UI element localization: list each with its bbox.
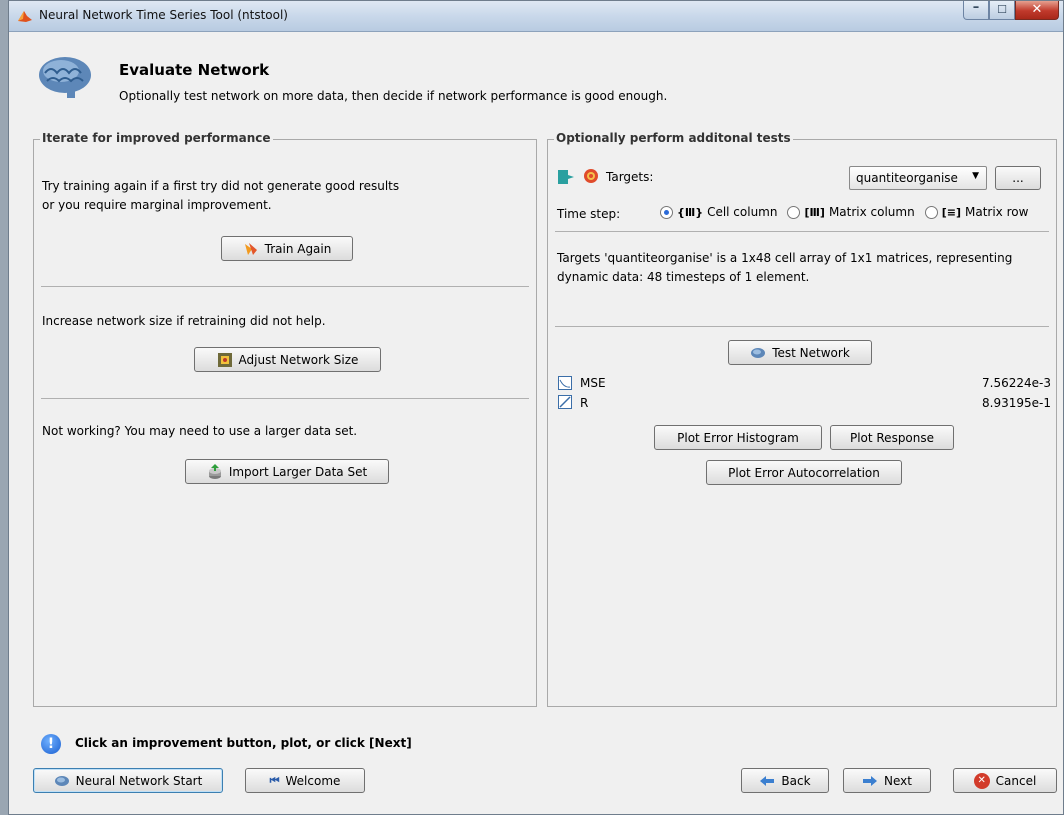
window-controls: – ☐ ✕ (963, 0, 1059, 21)
larger-data-text: Not working? You may need to use a large… (42, 424, 358, 438)
plot-error-histogram-label: Plot Error Histogram (677, 430, 799, 445)
divider (555, 231, 1049, 232)
adjust-network-size-label: Adjust Network Size (238, 352, 359, 367)
improve-panel: Iterate for improved performance (33, 131, 537, 707)
test-network-label: Test Network (772, 345, 850, 360)
info-icon: ! (41, 734, 61, 754)
title-bar[interactable]: Neural Network Time Series Tool (ntstool… (9, 0, 1063, 32)
back-arrow-icon (760, 775, 775, 786)
matrix-column-icon: [Ⅲ] (804, 205, 825, 219)
result-name: MSE (580, 376, 606, 390)
targets-description-line2: dynamic data: 48 timesteps of 1 element. (557, 270, 810, 284)
rewind-icon: ⏮ (269, 773, 280, 787)
welcome-label: Welcome (285, 773, 341, 788)
timestep-option-label: Matrix column (828, 205, 915, 219)
plot-error-histogram-button[interactable]: Plot Error Histogram (654, 425, 822, 450)
regression-icon (558, 395, 572, 409)
train-icon (244, 242, 257, 255)
network-icon (751, 347, 766, 358)
import-larger-data-set-label: Import Larger Data Set (228, 464, 368, 479)
page-subtitle: Optionally test network on more data, th… (119, 89, 668, 103)
page-title: Evaluate Network (119, 61, 270, 79)
next-label: Next (884, 773, 912, 788)
close-icon: ✕ (1031, 2, 1043, 17)
mse-icon (558, 376, 572, 390)
improve-panel-legend: Iterate for improved performance (40, 131, 273, 145)
matlab-logo-icon (18, 11, 32, 22)
target-import-icon (558, 170, 574, 184)
timestep-radio-matrix-column[interactable] (787, 205, 801, 219)
divider (41, 398, 529, 399)
plot-error-autocorrelation-label: Plot Error Autocorrelation (728, 465, 880, 480)
additional-tests-legend: Optionally perform additonal tests (554, 131, 793, 145)
minimize-button[interactable]: – (963, 0, 989, 20)
brain-icon (39, 57, 91, 98)
browse-button[interactable]: ... (995, 166, 1041, 190)
neural-network-start-button[interactable]: Neural Network Start (33, 768, 223, 793)
targets-label: Targets: (606, 170, 654, 184)
welcome-button[interactable]: ⏮ Welcome (245, 768, 365, 793)
timestep-radio-cell-column[interactable] (660, 205, 673, 219)
next-arrow-icon (863, 775, 878, 786)
train-again-button[interactable]: Train Again (221, 236, 353, 261)
adjust-network-size-button[interactable]: Adjust Network Size (194, 347, 381, 372)
targets-description-line1: Targets 'quantiteorganise' is a 1x48 cel… (557, 251, 1013, 265)
cell-column-icon: {Ⅲ} (677, 205, 704, 219)
matrix-row-icon: [≡] (941, 205, 961, 219)
network-size-text: Increase network size if retraining did … (42, 314, 326, 328)
test-network-button[interactable]: Test Network (728, 340, 872, 365)
timestep-radio-matrix-row[interactable] (924, 205, 938, 219)
target-icon (584, 169, 598, 183)
ntstool-window: Neural Network Time Series Tool (ntstool… (8, 0, 1064, 815)
network-icon (54, 775, 69, 786)
status-message: Click an improvement button, plot, or cl… (75, 736, 412, 750)
neural-network-start-label: Neural Network Start (75, 773, 203, 788)
result-name: R (580, 396, 589, 410)
plot-error-autocorrelation-button[interactable]: Plot Error Autocorrelation (706, 460, 902, 485)
cancel-button[interactable]: ✕ Cancel (953, 768, 1057, 793)
minimize-icon: – (972, 0, 980, 15)
additional-tests-panel: Optionally perform additonal tests (547, 131, 1057, 707)
next-button[interactable]: Next (843, 768, 931, 793)
train-again-label: Train Again (264, 241, 332, 256)
timestep-option-label: Matrix row (965, 205, 1029, 219)
timestep-option-label: Cell column (707, 205, 778, 219)
close-button[interactable]: ✕ (1015, 1, 1059, 20)
divider (555, 326, 1049, 327)
back-button[interactable]: Back (741, 768, 829, 793)
import-larger-data-set-button[interactable]: Import Larger Data Set (185, 459, 389, 484)
chevron-down-icon: ▼ (972, 171, 979, 181)
window-title: Neural Network Time Series Tool (ntstool… (39, 8, 288, 22)
result-value: 8.93195e-1 (982, 396, 1051, 410)
plot-response-button[interactable]: Plot Response (830, 425, 954, 450)
maximize-icon: ☐ (997, 3, 1007, 16)
import-data-icon (208, 463, 221, 479)
timestep-options: {Ⅲ} Cell column [Ⅲ] Matrix column [≡] Ma… (660, 205, 1028, 219)
cancel-icon: ✕ (973, 772, 990, 789)
cancel-label: Cancel (995, 773, 1037, 788)
browse-label: ... (1012, 171, 1024, 185)
retrain-text-line2: or you require marginal improvement. (42, 198, 272, 212)
plot-response-label: Plot Response (849, 430, 935, 445)
timestep-label: Time step: (557, 207, 621, 221)
result-value: 7.56224e-3 (982, 376, 1051, 390)
divider (41, 286, 529, 287)
back-label: Back (781, 773, 811, 788)
network-grid-icon (217, 352, 232, 367)
maximize-button[interactable]: ☐ (989, 1, 1015, 20)
retrain-text-line1: Try training again if a first try did no… (42, 179, 400, 193)
targets-dropdown[interactable]: quantiteorganise ▼ (849, 166, 987, 190)
targets-dropdown-value: quantiteorganise (856, 171, 958, 185)
